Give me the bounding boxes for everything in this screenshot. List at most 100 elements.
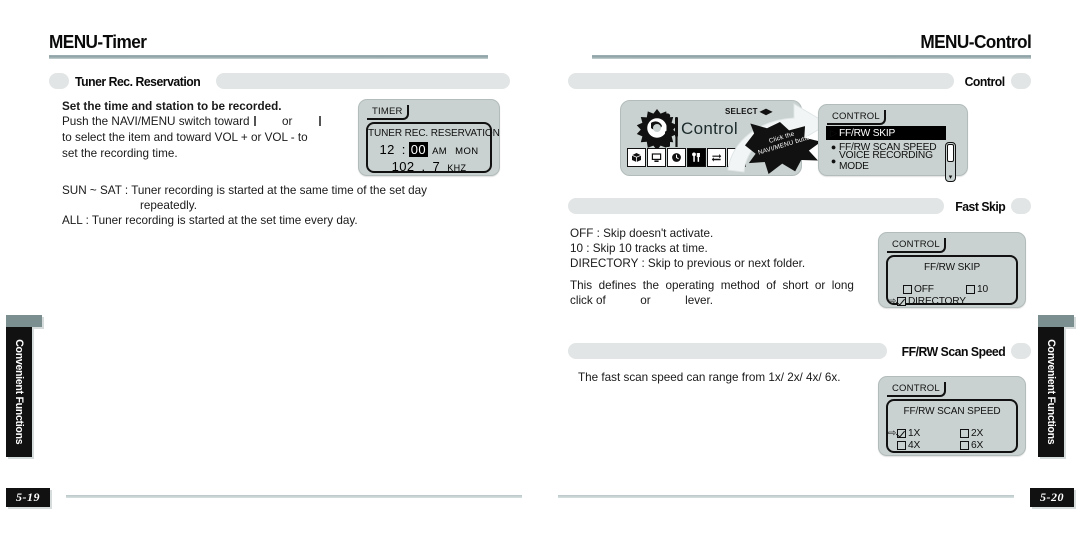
page-number: 5-19 (6, 488, 50, 507)
lcd-tab-label: CONTROL (892, 239, 940, 250)
checkbox-icon-checked[interactable] (897, 428, 906, 438)
option-label: 2X (971, 427, 984, 439)
menu-item-label: VOICE RECORDING MODE (839, 150, 933, 172)
page-title: MENU-Timer (49, 31, 147, 52)
fast-skip-line-4: This defines the operating method of sho… (570, 279, 854, 292)
scan-speed-line-1: The fast scan speed can range from 1x/ 2… (578, 371, 841, 384)
fast-skip-line-5: click of or lever. (570, 293, 713, 309)
missing-glyph-icon (318, 116, 321, 126)
checkbox-icon[interactable] (897, 440, 906, 450)
option-row: ⇨ DIRECTORY (888, 295, 1010, 307)
option-1x[interactable]: ⇨ 1X (888, 428, 960, 439)
left-page: MENU-Timer Tuner Rec. Reservation Set th… (0, 0, 540, 539)
checkbox-icon[interactable] (960, 428, 969, 438)
option-directory[interactable]: ⇨ DIRECTORY (888, 296, 966, 307)
footer-rule (558, 495, 1014, 498)
fast-skip-text-b: or (636, 294, 654, 307)
option-6x[interactable]: 6X (960, 440, 983, 451)
footer-rule (66, 495, 522, 498)
menu-cursor-icon: ▷ (830, 127, 837, 138)
monitor-icon-glyph (651, 153, 662, 162)
frequency-dot: . (421, 159, 426, 174)
ff-rw-scan-speed-lcd: CONTROL FF/RW SCAN SPEED ⇨ 1X 2X 4X 6X (878, 376, 1026, 456)
menu-bullet-icon: ● (830, 156, 837, 166)
lcd-tab-timer: TIMER (367, 105, 409, 120)
option-10[interactable]: 10 (966, 284, 988, 295)
lcd-tab-control: CONTROL (827, 110, 886, 125)
scroll-down-icon[interactable]: ▾ (946, 174, 955, 181)
scrollbar[interactable]: ▾ (945, 142, 956, 182)
timer-lcd-screen: TUNER REC. RESERVATION 12 :00 AM MON 102… (366, 122, 500, 174)
control-menu-screen: ▷ FF/RW SKIP ● FF/RW SCAN SPEED ● VOICE … (826, 126, 960, 182)
missing-glyph-icon (253, 116, 256, 126)
section-nub (49, 73, 69, 89)
side-tab-strip: Convenient Functions (1038, 327, 1064, 457)
option-label: OFF (914, 283, 934, 295)
instruction-line-2: to select the item and toward VOL + or V… (62, 131, 308, 160)
option-2x[interactable]: 2X (960, 428, 983, 439)
control-menu-lcd: CONTROL ▷ FF/RW SKIP ● FF/RW SCAN SPEED … (818, 104, 968, 182)
menu-item-ff-rw-skip[interactable]: ▷ FF/RW SKIP (826, 126, 946, 140)
side-tab-strip: Convenient Functions (6, 327, 32, 457)
checkbox-icon[interactable] (903, 284, 912, 294)
side-index-tab: Convenient Functions (6, 315, 42, 457)
scrollbar-thumb[interactable] (947, 144, 954, 162)
side-index-tab: Convenient Functions (1038, 315, 1074, 457)
checkbox-icon[interactable] (960, 440, 969, 450)
fast-skip-line-1: OFF : Skip doesn't activate. (570, 227, 714, 240)
fast-skip-line-2: 10 : Skip 10 tracks at time. (570, 242, 708, 255)
option-grid: ⇨ 1X 2X ⇨ 4X (888, 427, 1010, 451)
timer-meridiem: AM (432, 146, 448, 157)
option-off[interactable]: ⇨ OFF (894, 284, 966, 295)
section-bar (568, 73, 955, 89)
section-nub (1011, 73, 1031, 89)
ff-rw-skip-screen: FF/RW SKIP ⇨ OFF 10 (886, 255, 1018, 307)
checkbox-icon-checked[interactable] (897, 296, 906, 306)
section-title: FF/RW Scan Speed (901, 343, 1005, 359)
instruction-text-b: or (278, 115, 296, 128)
section-nub (1011, 198, 1031, 214)
page-title: MENU-Control (920, 31, 1031, 52)
option-label: 4X (908, 439, 921, 451)
tools-icon[interactable] (687, 148, 706, 167)
page-number: 5-20 (1030, 488, 1074, 507)
timer-hour: 12 (379, 142, 395, 157)
all-days-note: ALL : Tuner recording is started at the … (62, 214, 358, 227)
box-icon[interactable] (627, 148, 646, 167)
fast-skip-text-c: lever. (681, 294, 714, 307)
menu-item-label: FF/RW SKIP (839, 127, 896, 139)
side-tab-cap (6, 315, 42, 327)
ff-rw-skip-lcd: CONTROL FF/RW SKIP ⇨ OFF 10 (878, 232, 1026, 308)
section-title: Fast Skip (954, 198, 1006, 214)
day-range-note-cont: repeatedly. (140, 199, 197, 212)
section-bar (568, 343, 887, 359)
menu-bullet-icon: ● (830, 142, 837, 152)
monitor-icon[interactable] (647, 148, 666, 167)
option-row: ⇨ 1X 2X (888, 427, 1010, 439)
timer-lcd-frequency-row: 102 . 7 KHZ (368, 159, 490, 174)
section-bar (568, 198, 944, 214)
option-grid: ⇨ OFF 10 ⇨ DIRECTORY (888, 283, 1010, 307)
lcd-screen-title: FF/RW SCAN SPEED (903, 406, 1001, 417)
option-label: DIRECTORY (908, 295, 966, 307)
section-header-fast-skip: Fast Skip (568, 198, 1031, 214)
right-page: MENU-Control Control Control SELECT ◀▶ C… (540, 0, 1080, 539)
day-range-text: Tuner recording is started at the same t… (131, 184, 427, 197)
ff-rw-scan-speed-screen: FF/RW SCAN SPEED ⇨ 1X 2X 4X 6X (886, 399, 1018, 453)
box-icon-glyph (631, 153, 642, 162)
option-row: ⇨ 4X 6X (888, 439, 1010, 451)
option-label: 6X (971, 439, 984, 451)
section-heading: Set the time and station to be recorded. (62, 100, 282, 113)
day-range-label: SUN ~ SAT : (62, 184, 132, 197)
lcd-tab-label: TIMER (372, 106, 403, 117)
checkbox-icon[interactable] (966, 284, 975, 294)
side-tab-cap (1038, 315, 1074, 327)
timer-lcd-title: TUNER REC. RESERVATION (368, 128, 500, 139)
menu-item-voice-recording-mode[interactable]: ● VOICE RECORDING MODE (826, 150, 956, 172)
section-header-tuner-rec-reservation: Tuner Rec. Reservation (49, 73, 510, 89)
title-underline (592, 55, 1031, 59)
option-4x[interactable]: ⇨ 4X (888, 440, 960, 451)
timer-colon: : (401, 142, 406, 157)
clock-icon[interactable] (667, 148, 686, 167)
instruction-text-a: Push the NAVI/MENU switch toward (62, 115, 253, 128)
